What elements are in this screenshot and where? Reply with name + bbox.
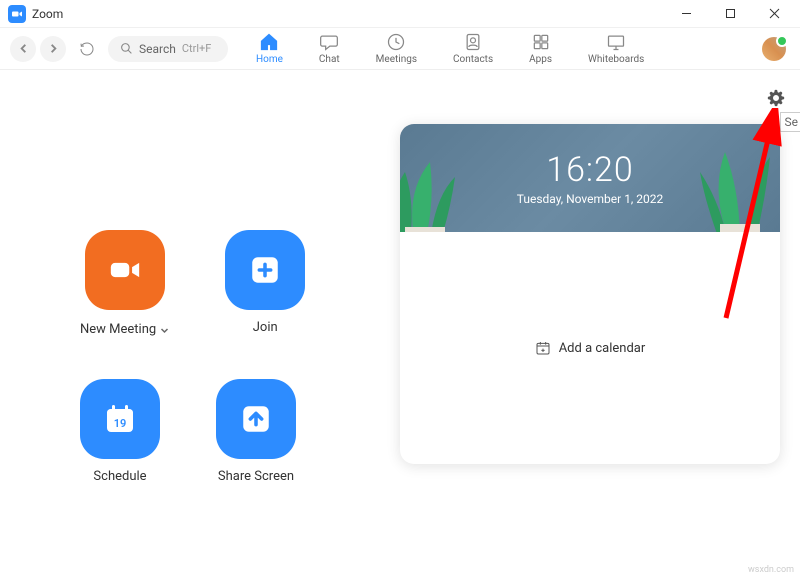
chat-icon [319,32,339,52]
settings-tooltip-fragment: Se [780,112,800,132]
plant-decoration-right [690,142,780,232]
app-title: Zoom [32,7,63,21]
share-up-icon [216,379,296,459]
contacts-icon [463,32,483,52]
video-icon [85,230,165,310]
nav-back-button[interactable] [10,36,36,62]
home-icon [259,32,279,52]
main-tabs: Home Chat Meetings Contacts Apps Whitebo… [252,30,648,67]
apps-icon [531,32,551,52]
tab-chat[interactable]: Chat [315,30,344,67]
chevron-down-icon[interactable] [160,320,169,339]
title-bar: Zoom [0,0,800,28]
search-shortcut: Ctrl+F [182,42,211,55]
profile-avatar[interactable] [762,37,786,61]
calendar-banner: 16:20 Tuesday, November 1, 2022 [400,124,780,232]
schedule-tile[interactable]: 19 Schedule [80,379,160,484]
whiteboard-icon [606,32,626,52]
clock-icon [386,32,406,52]
add-calendar-button[interactable]: Add a calendar [400,232,780,464]
settings-button[interactable] [766,88,786,108]
zoom-app-icon [8,5,26,23]
tab-contacts[interactable]: Contacts [449,30,497,67]
search-box[interactable]: Search Ctrl+F [108,36,228,62]
tab-meetings[interactable]: Meetings [372,30,421,67]
plant-decoration-left [400,152,490,232]
minimize-button[interactable] [664,0,708,28]
calendar-card: 16:20 Tuesday, November 1, 2022 Add a ca… [400,124,780,464]
share-screen-tile[interactable]: Share Screen [216,379,296,484]
clock-time: 16:20 [546,150,634,190]
gear-icon [767,89,785,107]
tab-home[interactable]: Home [252,30,287,67]
svg-text:19: 19 [114,417,127,430]
toolbar: Search Ctrl+F Home Chat Meetings Contact… [0,28,800,70]
tab-whiteboards[interactable]: Whiteboards [584,30,648,67]
close-button[interactable] [752,0,796,28]
join-tile[interactable]: Join [225,230,305,339]
actions-grid: New Meeting Join 19 Schedule [0,190,400,524]
calendar-plus-icon [535,340,551,356]
maximize-button[interactable] [708,0,752,28]
tab-apps[interactable]: Apps [525,30,556,67]
clock-date: Tuesday, November 1, 2022 [517,192,664,206]
new-meeting-tile[interactable]: New Meeting [80,230,169,339]
search-label: Search [139,42,176,56]
plus-icon [225,230,305,310]
nav-forward-button[interactable] [40,36,66,62]
watermark: wsxdn.com [748,565,794,575]
search-icon [120,42,133,55]
window-controls [664,0,796,28]
history-button[interactable] [74,36,100,62]
calendar-icon: 19 [80,379,160,459]
